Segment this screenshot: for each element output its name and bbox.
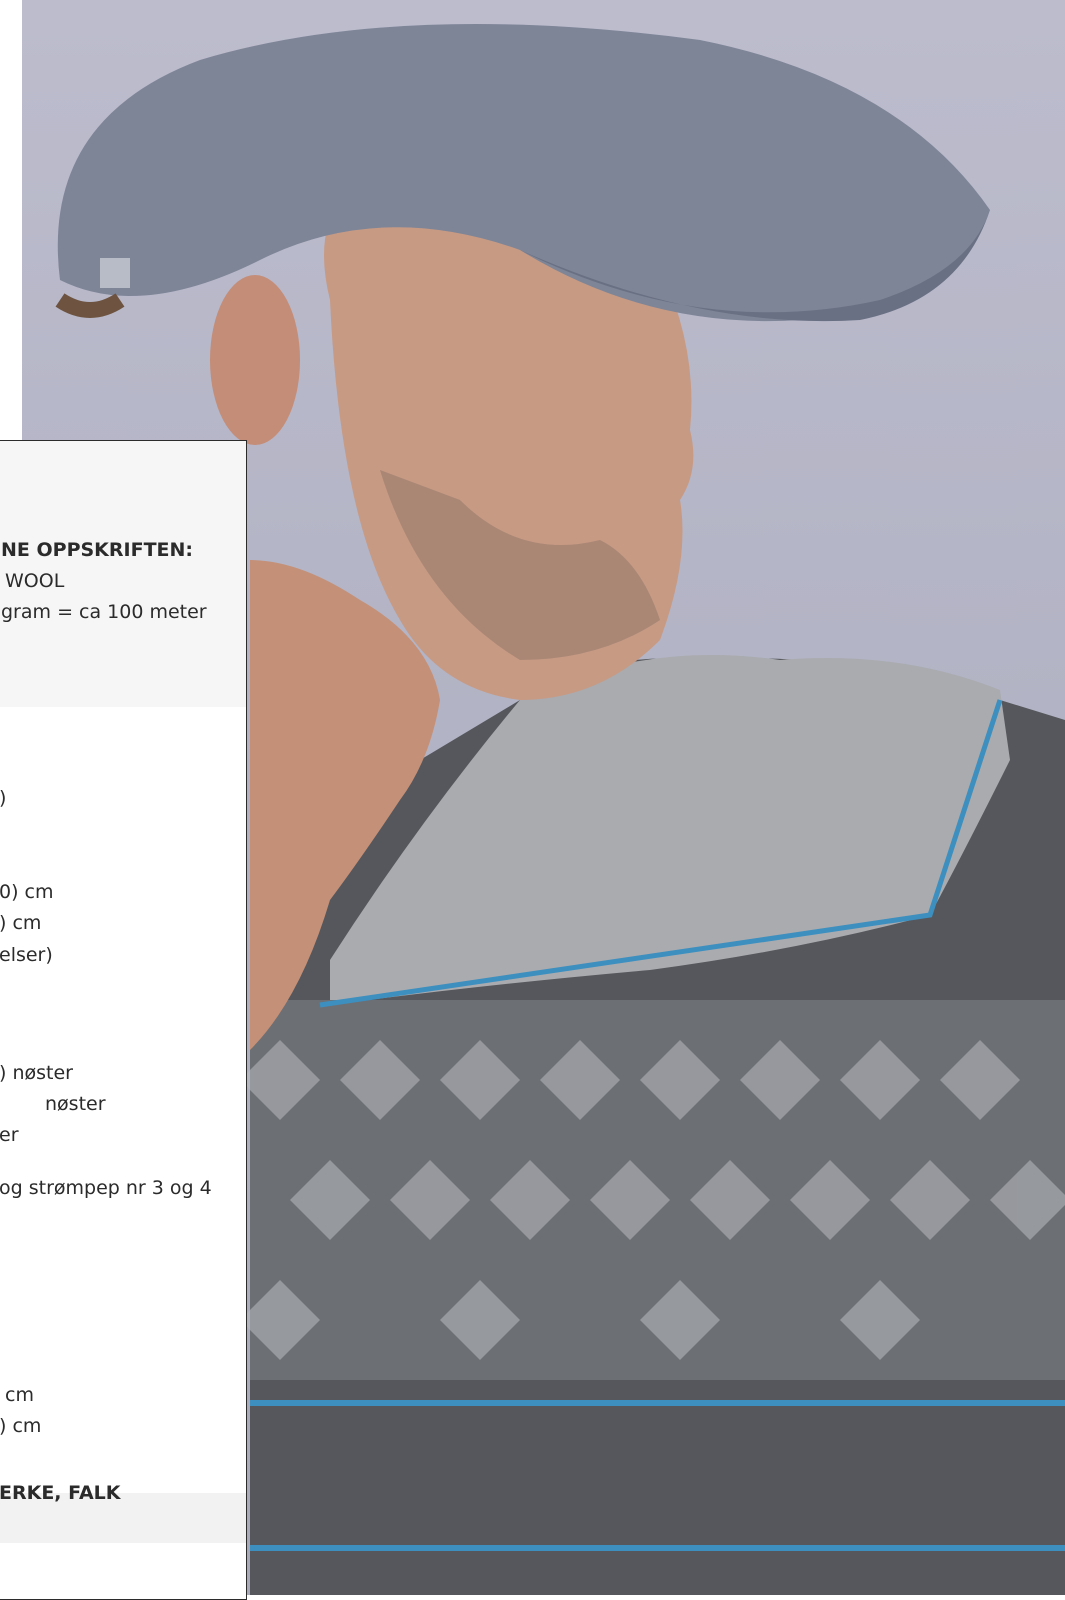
- yarn-name: WOOL: [5, 570, 65, 592]
- panel-heading: NE OPPSKRIFTEN:: [1, 539, 194, 561]
- quantity-line-2: nøster: [45, 1093, 106, 1115]
- size-text: ): [0, 787, 6, 809]
- measure-line-1: 0) cm: [0, 881, 54, 903]
- yarn-weight: gram = ca 100 meter: [1, 601, 207, 623]
- needles-text: og strømpep nr 3 og 4: [0, 1177, 212, 1199]
- gauge-line-2: ) cm: [0, 1415, 42, 1437]
- gauge-line-1: cm: [5, 1384, 34, 1406]
- panel-footer-text: ERKE, FALK: [0, 1482, 121, 1504]
- pattern-info-panel: NE OPPSKRIFTEN: WOOL gram = ca 100 meter…: [0, 440, 247, 1600]
- left-margin: [0, 0, 22, 440]
- measure-line-3: elser): [0, 944, 53, 966]
- quantity-line-1: ) nøster: [0, 1062, 73, 1084]
- quantity-line-3: er: [0, 1124, 19, 1146]
- measure-line-2: ) cm: [0, 912, 42, 934]
